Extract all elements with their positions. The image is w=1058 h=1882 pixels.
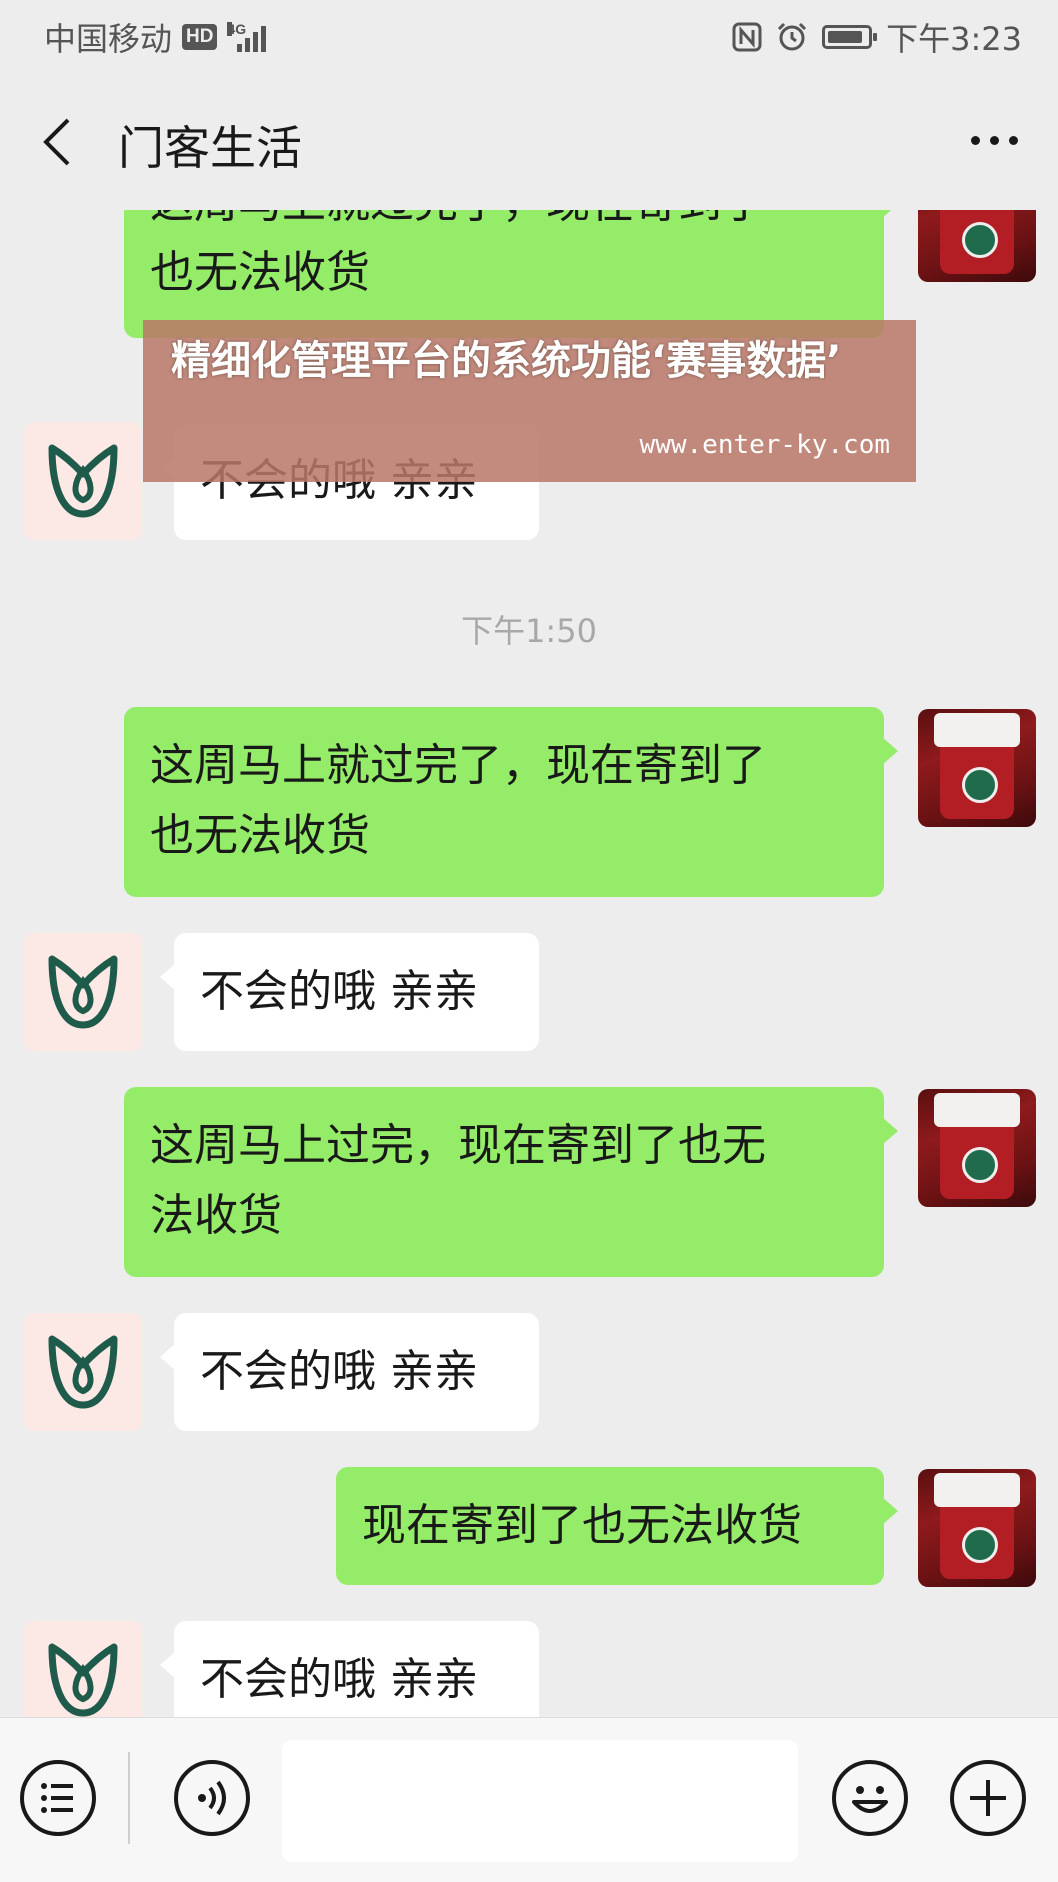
my-avatar[interactable] xyxy=(918,210,1036,282)
status-left: 中国移动 HD 4G xyxy=(44,14,267,60)
hd-badge: HD xyxy=(182,24,218,50)
message-line: 也无法收货 xyxy=(150,247,370,298)
input-divider xyxy=(128,1752,130,1844)
my-avatar[interactable] xyxy=(918,709,1036,827)
message-line: 不会的哦 亲亲 xyxy=(200,1346,478,1397)
my-avatar[interactable] xyxy=(918,1469,1036,1587)
my-avatar[interactable] xyxy=(918,1089,1036,1207)
menu-list-icon[interactable] xyxy=(20,1760,96,1836)
message-line: 不会的哦 亲亲 xyxy=(200,1654,478,1705)
message-line: 法收货 xyxy=(150,1190,282,1241)
timestamp-label: 下午1:50 xyxy=(461,612,597,650)
alarm-icon xyxy=(778,22,807,51)
shop-avatar[interactable] xyxy=(24,1313,142,1431)
message-line: 也无法收货 xyxy=(150,810,370,861)
nfc-icon xyxy=(732,22,762,52)
shop-avatar[interactable] xyxy=(24,933,142,1051)
outgoing-message-bubble[interactable]: 这周马上就过完了，现在寄到了 也无法收货 xyxy=(124,707,898,897)
message-line: 现在寄到了也无法收货 xyxy=(362,1500,802,1551)
signal-icon: 4G xyxy=(227,21,267,52)
network-type: 4G xyxy=(227,21,247,37)
carrier-label: 中国移动 xyxy=(44,20,173,58)
emoji-icon[interactable] xyxy=(832,1760,908,1836)
back-icon[interactable] xyxy=(38,116,78,168)
battery-icon xyxy=(822,25,878,49)
status-right: 下午3:23 xyxy=(732,14,1022,60)
outgoing-message-bubble[interactable]: 这周马上就过完了，现在寄到了 也无法收货 xyxy=(124,210,898,338)
shop-logo-icon xyxy=(48,1643,118,1717)
message-line: 不会的哦 亲亲 xyxy=(200,966,478,1017)
promo-overlay-banner: 精细化管理平台的系统功能‘赛事数据’ www.enter-ky.com xyxy=(143,320,916,482)
incoming-message-bubble[interactable]: 不会的哦 亲亲 xyxy=(160,1313,539,1431)
shop-logo-icon xyxy=(48,1335,118,1409)
message-line: 这周马上过完，现在寄到了也无 xyxy=(150,1120,766,1171)
incoming-message-bubble[interactable]: 不会的哦 亲亲 xyxy=(160,1621,539,1717)
input-bar xyxy=(0,1717,1058,1882)
shop-logo-icon xyxy=(48,444,118,518)
chat-header: 门客生活 xyxy=(0,72,1058,210)
status-time: 下午3:23 xyxy=(886,20,1022,58)
shop-avatar[interactable] xyxy=(24,422,142,540)
overlay-title: 精细化管理平台的系统功能‘赛事数据’ xyxy=(171,338,842,384)
overlay-url: www.enter-ky.com xyxy=(639,430,890,460)
page-title: 门客生活 xyxy=(118,121,302,175)
message-line: 这周马上就过完了，现在寄到了 xyxy=(150,740,766,791)
shop-avatar[interactable] xyxy=(24,1621,142,1717)
voice-icon[interactable] xyxy=(174,1760,250,1836)
shop-logo-icon xyxy=(48,955,118,1029)
outgoing-message-bubble[interactable]: 现在寄到了也无法收货 xyxy=(336,1467,898,1585)
outgoing-message-bubble[interactable]: 这周马上过完，现在寄到了也无 法收货 xyxy=(124,1087,898,1277)
message-input[interactable] xyxy=(282,1740,798,1862)
message-line: 这周马上就过完了，现在寄到了 xyxy=(150,210,858,238)
more-icon[interactable] xyxy=(971,136,1018,145)
incoming-message-bubble[interactable]: 不会的哦 亲亲 xyxy=(160,933,539,1051)
plus-icon[interactable] xyxy=(950,1760,1026,1836)
status-bar: 中国移动 HD 4G 下午3:23 xyxy=(0,0,1058,72)
